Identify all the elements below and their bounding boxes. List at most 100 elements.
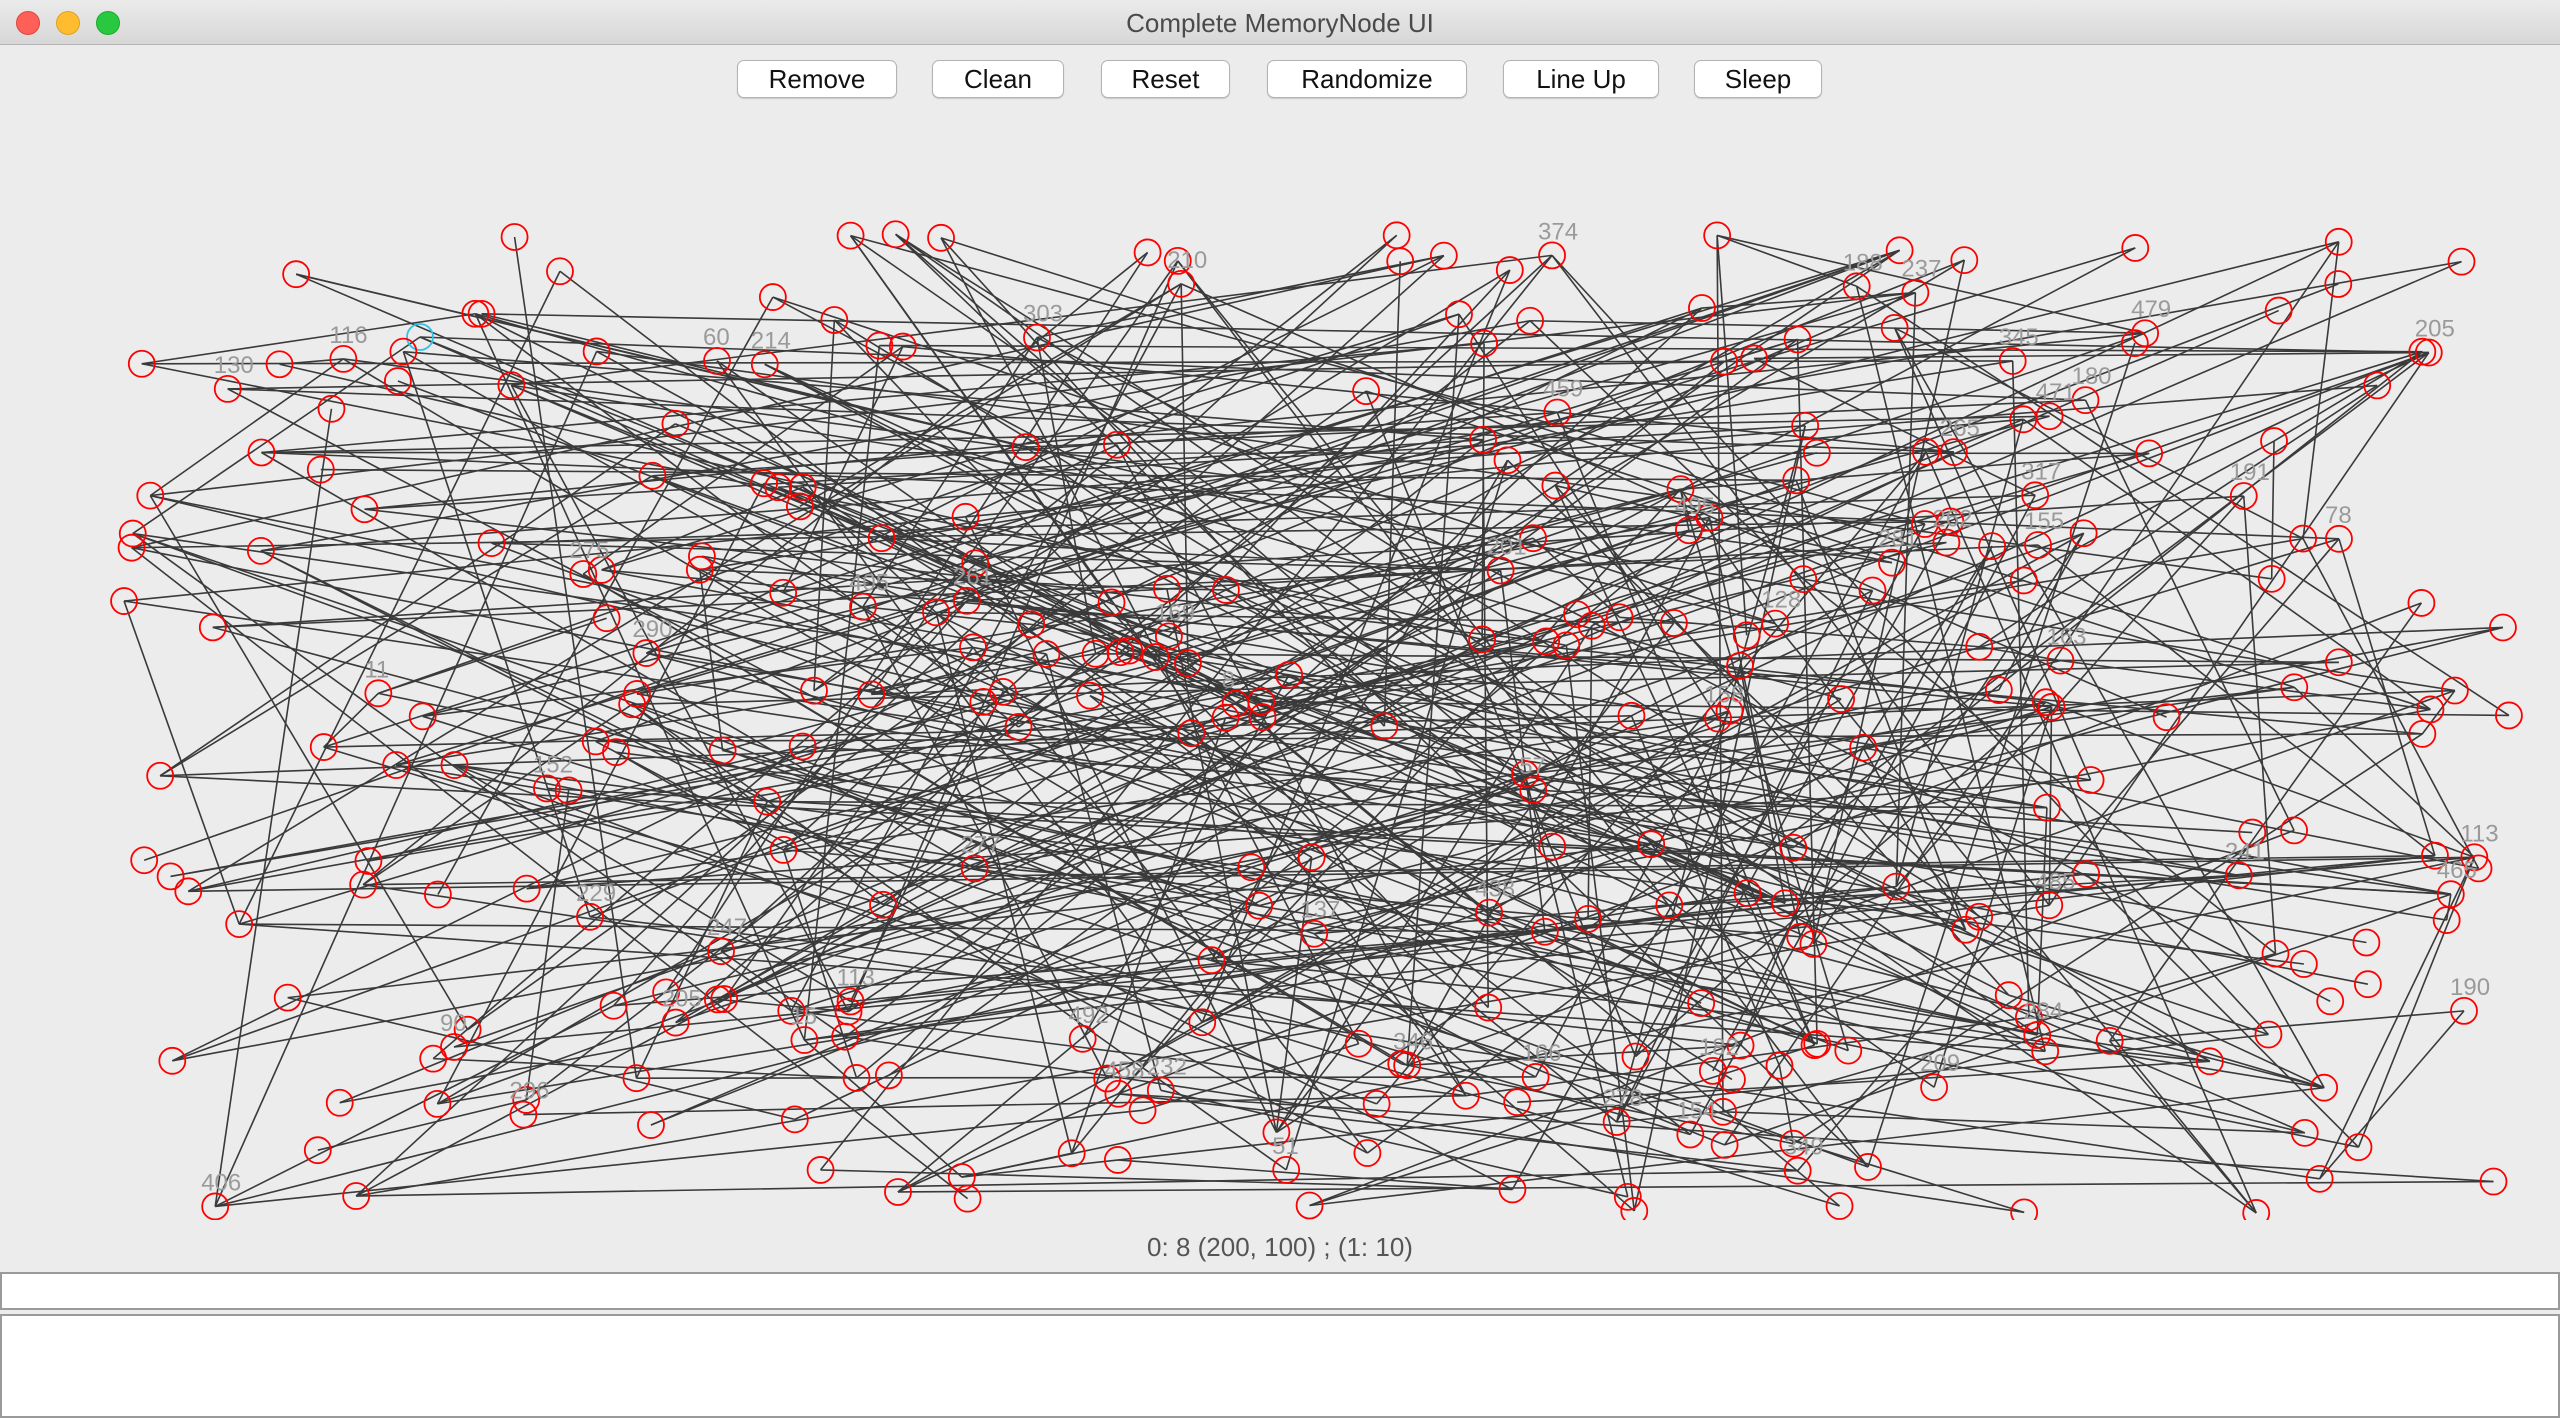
graph-edge: [2037, 544, 2436, 857]
memory-node-label: 232: [1147, 1053, 1187, 1080]
output-area[interactable]: [0, 1314, 2560, 1418]
memory-node-label: 317: [2021, 458, 2061, 485]
graph-edge: [356, 1169, 1798, 1197]
memory-node-label: 205: [2415, 316, 2455, 343]
graph-edge: [1117, 1159, 1513, 1191]
memory-node-label: 229: [576, 880, 616, 907]
memory-node-label: 405: [849, 570, 889, 597]
graph-edge: [363, 854, 2435, 886]
memory-node-label: 495: [1675, 493, 1715, 520]
memory-node-label: 8: [1222, 667, 1235, 694]
title-bar: Complete MemoryNode UI: [0, 0, 2560, 45]
memory-node-label: 169: [1155, 599, 1195, 626]
memory-node-label: 152: [533, 751, 573, 778]
memory-node-label: 137: [1300, 897, 1340, 924]
memory-node-label: 374: [1538, 218, 1578, 245]
graph-edge: [897, 1180, 2494, 1193]
memory-node-label: 265: [1940, 415, 1980, 442]
memory-node-label: 485: [2035, 868, 2075, 895]
memory-node-label: 290: [632, 616, 672, 643]
remove-button[interactable]: Remove: [737, 60, 897, 98]
command-input[interactable]: [0, 1272, 2560, 1310]
graph-edge: [895, 233, 2038, 1036]
memory-node-label: 130: [214, 352, 254, 379]
graph-edge: [2048, 352, 2430, 906]
memory-node-label: 345: [1999, 324, 2039, 351]
graph-edge: [279, 363, 1483, 641]
memory-node-label: 60: [703, 324, 730, 351]
graph-edge: [1225, 716, 2451, 895]
reset-button[interactable]: Reset: [1101, 60, 1230, 98]
memory-node-label: 303: [1023, 301, 1063, 328]
graph-edge: [123, 600, 240, 925]
memory-node-label: 262: [1932, 506, 1972, 533]
memory-node-label: 296: [509, 1078, 549, 1105]
memory-node-label: 284: [2023, 998, 2063, 1025]
memory-node-label: 201: [1487, 533, 1527, 560]
memory-node-label: 346: [1393, 1028, 1433, 1055]
memory-node-label: 214: [751, 327, 791, 354]
memory-node-label: 247: [707, 914, 747, 941]
memory-node-label: 205: [662, 986, 702, 1013]
memory-node-label: 278: [1603, 1085, 1643, 1112]
graph-edge: [2085, 873, 2360, 1148]
memory-node-label: 479: [2131, 296, 2171, 323]
graph-edge: [149, 358, 344, 497]
memory-node-label: 155: [2024, 508, 2064, 535]
memory-node-label: 116: [329, 322, 367, 349]
memory-node-label: 113: [2460, 820, 2498, 847]
status-text: 0: 8 (200, 100) ; (1: 10): [1147, 1232, 1413, 1262]
sleep-button[interactable]: Sleep: [1694, 60, 1822, 98]
graph-edge: [791, 873, 2087, 1012]
memory-node-label: 15: [790, 1003, 817, 1030]
graph-canvas[interactable]: 495 281 11 180 232 128 60 346 51 485 438 205 166 154 2…: [0, 110, 2560, 1220]
graph-edge: [317, 1099, 527, 1151]
memory-node-label: 51: [1272, 1133, 1299, 1160]
memory-node-label: 90: [440, 1010, 467, 1037]
memory-node-label: 471: [2036, 379, 2076, 406]
graph-edge: [214, 1005, 614, 1208]
graph-edge: [362, 703, 633, 886]
toolbar: Remove Clean Reset Randomize Line Up Sle…: [0, 60, 2560, 102]
memory-node-label: 182: [1699, 1034, 1739, 1061]
memory-node-label: 459: [1543, 376, 1583, 403]
memory-node-label: 465: [2437, 857, 2477, 884]
memory-node-label: 281: [1878, 526, 1918, 553]
memory-node-label: 128: [1761, 587, 1801, 614]
memory-node-label: 166: [1522, 1040, 1562, 1067]
memory-node-label: 492: [1069, 1002, 1109, 1029]
memory-node-label: 349: [1784, 1134, 1824, 1161]
memory-node-label: 188: [1843, 249, 1883, 276]
clean-button[interactable]: Clean: [932, 60, 1064, 98]
graph-edges: [123, 233, 2510, 1214]
randomize-button[interactable]: Randomize: [1267, 60, 1467, 98]
memory-node-label: 57: [1519, 753, 1546, 780]
memory-node-label: 241: [2225, 838, 2265, 865]
memory-node-label: 113: [837, 964, 875, 991]
memory-node-label: 438: [1475, 876, 1515, 903]
memory-node-label: 180: [2071, 363, 2111, 390]
memory-node-label: 237: [1901, 256, 1941, 283]
graph-edge: [940, 237, 2431, 711]
memory-node-label: 406: [201, 1169, 241, 1196]
memory-node-label: 209: [1920, 1050, 1960, 1077]
graph-edge: [287, 843, 1652, 999]
memory-node-label: 154: [1676, 1097, 1716, 1124]
graph-edge: [2293, 686, 2475, 858]
graph-edge: [2357, 856, 2476, 1148]
graph-edge: [1722, 952, 2276, 1113]
memory-node-label: 210: [1167, 247, 1207, 274]
window-title: Complete MemoryNode UI: [1126, 8, 1434, 38]
memory-node-label: 458: [1104, 1057, 1144, 1084]
memory-node-label: 78: [2325, 502, 2352, 529]
line-up-button[interactable]: Line Up: [1503, 60, 1659, 98]
memory-node-label: 277: [961, 831, 1001, 858]
memory-node-label: 158: [1704, 682, 1744, 709]
memory-node-label: 261: [953, 564, 993, 591]
graph-edge: [2273, 351, 2423, 442]
graph-edge: [2318, 856, 2476, 1180]
memory-node-label: 275: [569, 537, 609, 564]
graph-edge: [1716, 234, 1857, 288]
memory-node[interactable]: [2242, 1199, 2271, 1220]
graph-edge: [453, 854, 2436, 1048]
